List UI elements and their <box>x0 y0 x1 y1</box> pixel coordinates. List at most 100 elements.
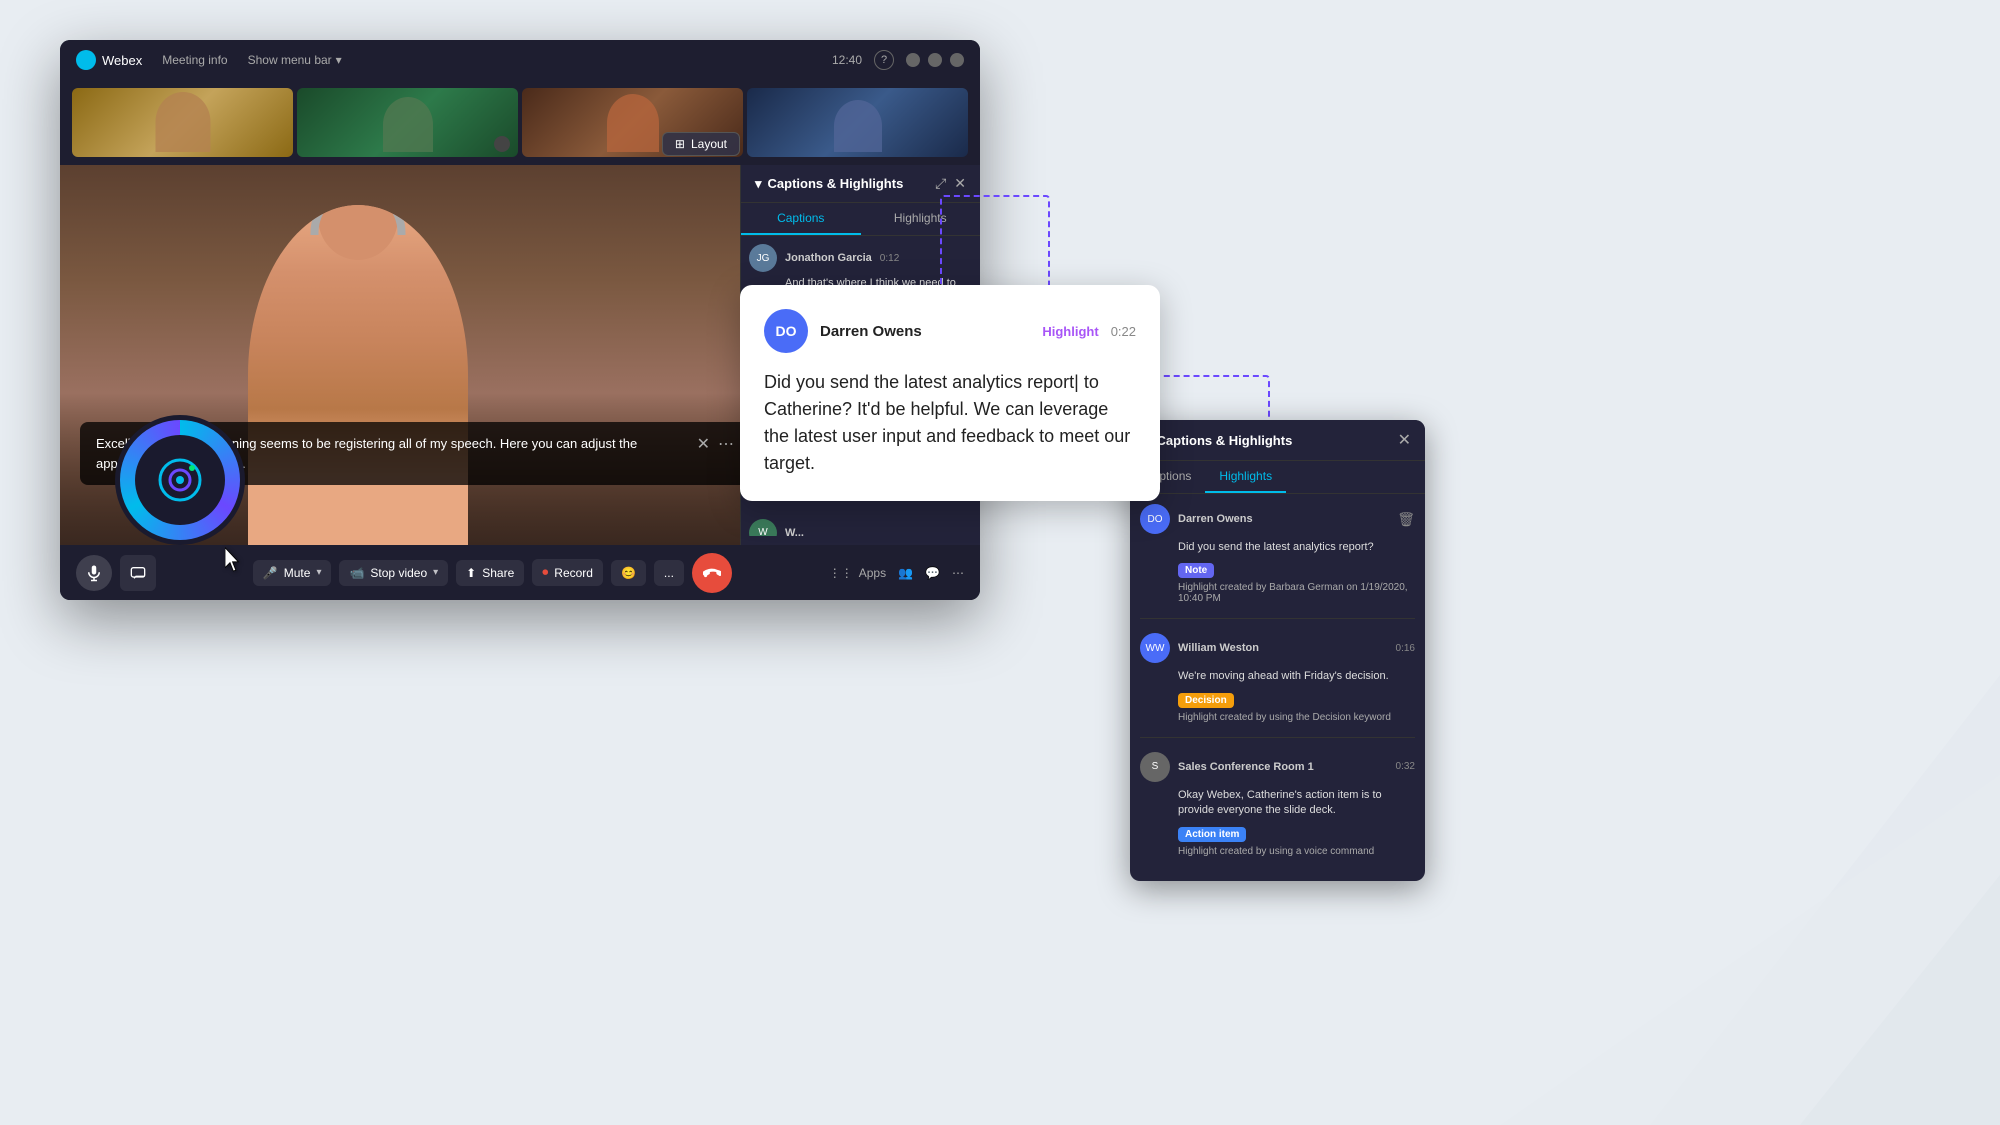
control-left <box>76 555 156 591</box>
item-note: Highlight created by Barbara German on 1… <box>1140 582 1415 604</box>
tab-captions[interactable]: Captions <box>741 203 861 235</box>
ai-logo-symbol <box>155 455 205 505</box>
record-button[interactable]: ⏺ Record <box>532 559 603 586</box>
title-bar: Webex Meeting info Show menu bar ▾ 12:40… <box>60 40 980 80</box>
minimize-button[interactable] <box>906 53 920 67</box>
thumbnails-bar <box>60 80 980 165</box>
item-name: Sales Conference Room 1 <box>1178 761 1314 773</box>
reactions-button[interactable]: 😊 <box>611 560 646 586</box>
webex-logo-icon <box>76 50 96 70</box>
avatar: S <box>1140 752 1170 782</box>
chat-button[interactable] <box>120 555 156 591</box>
avatar: DO <box>1140 504 1170 534</box>
layout-icon: ⊞ <box>675 137 685 151</box>
chat-icon <box>130 565 146 581</box>
list-item: W W... Ex... co... fr... <box>749 519 972 536</box>
reactions-button-right[interactable]: 💬 <box>925 566 940 580</box>
webex-logo-text: Webex <box>102 53 142 68</box>
highlight-label: Highlight <box>1042 324 1098 339</box>
share-icon: ⬆ <box>466 566 476 580</box>
reactions-icon: 😊 <box>621 566 636 580</box>
control-bar: 🎤 Mute ▾ 📹 Stop video ▾ ⬆ Share ⏺ Record… <box>60 545 980 600</box>
more-options-button[interactable]: ... <box>654 560 684 586</box>
highlight-card-name: Darren Owens <box>820 323 922 340</box>
control-right: ⋮⋮ Apps 👥 💬 ⋯ <box>829 566 964 580</box>
badge-decision: Decision <box>1178 693 1234 708</box>
mute-icon: 🎤 <box>263 566 278 580</box>
ch-panel-title: ▾ Captions & Highlights <box>755 176 903 192</box>
badge-action-item: Action item <box>1178 827 1246 842</box>
apps-icon: ⋮⋮ <box>829 566 853 580</box>
time-display: 12:40 <box>832 53 862 67</box>
badge-note: Note <box>1178 563 1214 578</box>
share-button[interactable]: ⬆ Share <box>456 560 524 586</box>
list-item: DO Darren Owens 🗑 Did you send the lates… <box>1140 504 1415 619</box>
more-right-icon: ⋯ <box>952 566 964 580</box>
close-button[interactable] <box>950 53 964 67</box>
highlight-card: DO Darren Owens Highlight 0:22 Did you s… <box>740 285 1160 501</box>
thumbnail-4[interactable] <box>747 88 968 157</box>
highlight-card-header: DO Darren Owens Highlight 0:22 <box>764 309 1136 353</box>
float-tab-highlights[interactable]: Highlights <box>1205 461 1286 493</box>
title-bar-left: Webex Meeting info Show menu bar ▾ <box>76 50 342 70</box>
apps-button[interactable]: ⋮⋮ Apps <box>829 566 886 580</box>
ch-float-items: DO Darren Owens 🗑 Did you send the lates… <box>1130 494 1425 881</box>
highlight-card-text: Did you send the latest analytics report… <box>764 369 1136 477</box>
msg-name: Jonathon Garcia <box>785 252 872 264</box>
more-right-button[interactable]: ⋯ <box>952 566 964 580</box>
mic-button[interactable] <box>76 555 112 591</box>
record-icon: ⏺ <box>542 565 548 580</box>
caption-more-button[interactable]: ⋯ <box>718 434 734 454</box>
thumbnail-1[interactable] <box>72 88 293 157</box>
avatar: W <box>749 519 777 536</box>
item-note: Highlight created by using a voice comma… <box>1140 846 1415 857</box>
ai-logo-outer <box>115 415 245 545</box>
close-panel-button[interactable]: ✕ <box>954 175 966 192</box>
list-item: S Sales Conference Room 1 0:32 Okay Webe… <box>1140 752 1415 871</box>
item-name: William Weston <box>1178 642 1259 654</box>
participants-icon: 👥 <box>898 566 913 580</box>
maximize-button[interactable] <box>928 53 942 67</box>
title-bar-right: 12:40 ? <box>832 50 964 70</box>
video-chevron-icon: ▾ <box>433 567 438 578</box>
delete-item-button[interactable]: 🗑 <box>1397 511 1415 528</box>
stop-video-button[interactable]: 📹 Stop video ▾ <box>339 560 448 586</box>
end-call-icon <box>703 564 721 582</box>
ch-tabs: Captions Highlights <box>741 203 980 236</box>
item-text: Did you send the latest analytics report… <box>1140 540 1415 555</box>
ai-logo-inner <box>135 435 225 525</box>
tab-highlights[interactable]: Highlights <box>861 203 981 235</box>
ch-panel-actions: ⤢ ✕ <box>935 175 966 192</box>
mute-chevron-icon: ▾ <box>316 567 321 578</box>
item-text: We're moving ahead with Friday's decisio… <box>1140 669 1415 684</box>
ai-logo-ring <box>120 420 240 540</box>
show-menu-button[interactable]: Show menu bar ▾ <box>248 53 342 67</box>
participants-button[interactable]: 👥 <box>898 566 913 580</box>
item-note: Highlight created by using the Decision … <box>1140 712 1415 723</box>
avatar: WW <box>1140 633 1170 663</box>
highlight-card-time: 0:22 <box>1111 324 1136 339</box>
ch-panel-header: ▾ Captions & Highlights ⤢ ✕ <box>741 165 980 203</box>
ch-float-title: ▾ Captions & Highlights <box>1144 432 1292 448</box>
item-text: Okay Webex, Catherine's action item is t… <box>1140 788 1415 819</box>
meeting-info-button[interactable]: Meeting info <box>154 50 235 70</box>
help-button[interactable]: ? <box>874 50 894 70</box>
mic-icon <box>85 564 103 582</box>
window-controls <box>906 53 964 67</box>
ch-panel-float: ▾ Captions & Highlights ✕ Captions Highl… <box>1130 420 1425 881</box>
mute-button[interactable]: 🎤 Mute ▾ <box>253 560 332 586</box>
control-center: 🎤 Mute ▾ 📹 Stop video ▾ ⬆ Share ⏺ Record… <box>253 553 732 593</box>
layout-button[interactable]: ⊞ Layout <box>662 132 740 156</box>
list-item: WW William Weston 0:16 We're moving ahea… <box>1140 633 1415 737</box>
item-name: Darren Owens <box>1178 513 1253 525</box>
ch-float-close-button[interactable]: ✕ <box>1398 430 1411 450</box>
end-call-button[interactable] <box>692 553 732 593</box>
reaction-icon: 💬 <box>925 566 940 580</box>
avatar: JG <box>749 244 777 272</box>
caption-close-button[interactable]: ✕ <box>697 434 710 454</box>
video-icon: 📹 <box>349 566 364 580</box>
thumbnail-2[interactable] <box>297 88 518 157</box>
expand-panel-button[interactable]: ⤢ <box>935 175 946 192</box>
ch-float-tabs: Captions Highlights <box>1130 461 1425 494</box>
webex-ai-logo <box>115 415 245 545</box>
